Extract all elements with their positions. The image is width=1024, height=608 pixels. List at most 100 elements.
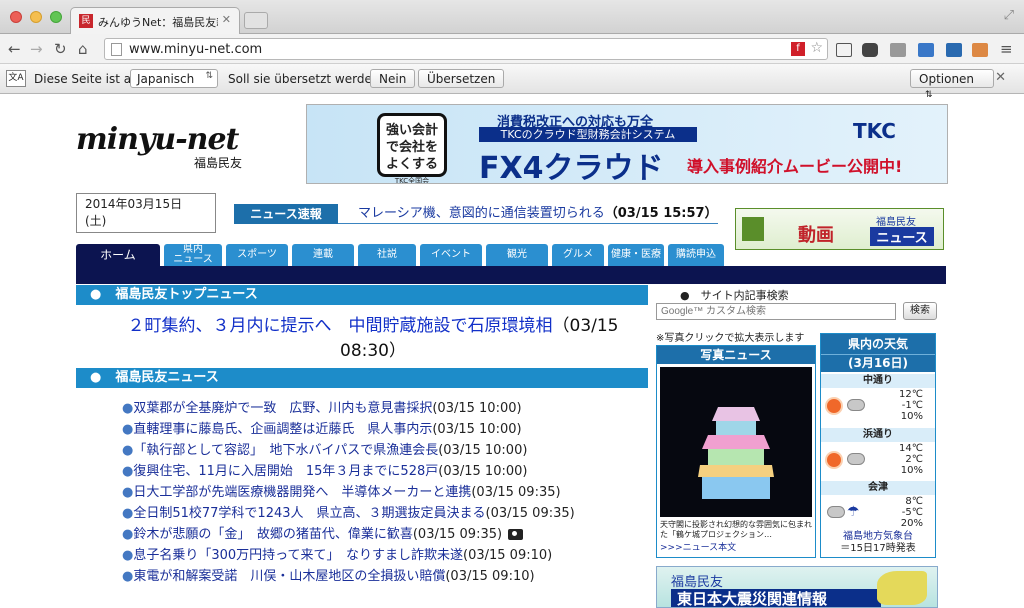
ad-seal: 強い会計で会社をよくする TKC全国会 xyxy=(377,113,447,183)
list-item[interactable]: ●「執行部として容認」 地下水バイパスで県漁連会長(03/15 10:00) xyxy=(122,440,632,461)
extension-reader-icon[interactable] xyxy=(836,43,852,57)
bookmark-star-icon[interactable]: ☆ xyxy=(810,40,823,56)
umbrella-icon: ☂ xyxy=(847,504,860,520)
translate-options-button[interactable]: Optionen ⇅ xyxy=(910,69,994,100)
logo-sub-text: 福島民友 xyxy=(194,156,243,170)
weather-footer: 福島地方気象台 ＝15日17時発表 xyxy=(821,531,935,555)
zoom-window-button[interactable] xyxy=(50,11,62,23)
list-item[interactable]: ●復興住宅、11月に入居開始 15年３月までに528戸(03/15 10:00) xyxy=(122,461,632,482)
extension-color-icon[interactable] xyxy=(972,43,988,57)
tab-title: みんゆうNet：福島民友新聞 xyxy=(98,16,218,29)
photo-caption: 天守閣に投影され幻想的な雰囲気に包まれた「鶴ケ城プロジェクション… xyxy=(660,520,812,539)
top-headline[interactable]: ２町集約、３月内に提示へ 中間貯蔵施設で石原環境相（03/15 08:30） xyxy=(118,314,628,364)
bar-bullet-icon: ● xyxy=(90,287,102,302)
tab-health[interactable]: 健康・医療 xyxy=(608,244,664,266)
close-window-button[interactable] xyxy=(10,11,22,23)
extension-screenshot-icon[interactable] xyxy=(918,43,934,57)
tab-events[interactable]: イベント xyxy=(420,244,482,266)
list-item[interactable]: ●東電が和解案受諾 川俣・山木屋地区の全損扱い賠償(03/15 09:10) xyxy=(122,566,632,587)
news-time: (03/15 10:00) xyxy=(432,422,522,437)
ad-product: FX4クラウド xyxy=(479,151,664,184)
menu-icon[interactable]: ≡ xyxy=(1000,40,1013,58)
tab-tourism[interactable]: 観光 xyxy=(486,244,548,266)
flash-plugin-icon[interactable]: f xyxy=(791,42,805,56)
main-nav: ホーム 県内 ニュース スポーツ 連載 社説 イベント 観光 グルメ 健康・医療… xyxy=(76,244,946,266)
list-item[interactable]: ●全日制51校77学科で1243人 県立高、３期選抜定員決まる(03/15 09… xyxy=(122,503,632,524)
top-news-bar-label: 福島民友トップニュース xyxy=(115,287,258,302)
castle-projection-image xyxy=(698,407,774,499)
address-bar[interactable]: www.minyu-net.com f ☆ xyxy=(104,38,828,60)
tkc-ad-banner[interactable]: 強い会計で会社をよくする TKC全国会 消費税改正への対応も万全 TKCのクラウ… xyxy=(306,104,948,184)
search-input[interactable] xyxy=(656,303,896,320)
tab-prefecture-news[interactable]: 県内 ニュース xyxy=(164,244,222,266)
ad-seal-note: TKC全国会 xyxy=(394,177,430,184)
tab-sports[interactable]: スポーツ xyxy=(226,244,288,266)
tab-home[interactable]: ホーム xyxy=(76,244,160,266)
home-icon[interactable]: ⌂ xyxy=(78,40,88,58)
ad-line2: TKCのクラウド型財務会計システム xyxy=(479,127,697,142)
disaster-info-banner[interactable]: 福島民友 東日本大震災関連情報 xyxy=(656,566,938,608)
weather-high: 12℃ xyxy=(899,389,923,400)
tab-close-icon[interactable]: ✕ xyxy=(222,13,231,26)
date-line1: 2014年03月15日 xyxy=(85,197,183,211)
weather-row: 12℃ -1℃ 10% xyxy=(825,389,933,425)
list-item[interactable]: ●双葉郡が全基廃炉で一致 広野、川内も意見書採択(03/15 10:00) xyxy=(122,398,632,419)
news-time: (03/15 09:10) xyxy=(445,569,535,584)
news-time: (03/15 10:00) xyxy=(438,464,528,479)
tab-series[interactable]: 連載 xyxy=(292,244,354,266)
photo-news-image[interactable] xyxy=(660,367,812,517)
new-tab-button[interactable] xyxy=(244,12,268,29)
reload-icon[interactable]: ↻ xyxy=(54,40,67,58)
news-title: 「執行部として容認」 地下水バイパスで県漁連会長 xyxy=(133,443,439,458)
list-item[interactable]: ●息子名乗り「300万円持って来て」 なりすまし詐欺未遂(03/15 09:10… xyxy=(122,545,632,566)
back-icon[interactable]: ← xyxy=(8,40,21,58)
minimize-window-button[interactable] xyxy=(30,11,42,23)
ad-cta: 導入事例紹介ムービー公開中! xyxy=(687,157,903,176)
forward-icon[interactable]: → xyxy=(30,40,43,58)
search-button[interactable]: 検索 xyxy=(903,302,937,320)
ad-brand: TKC xyxy=(853,119,896,143)
tab-subscribe[interactable]: 購読申込 xyxy=(668,244,724,266)
url-text: www.minyu-net.com xyxy=(129,42,263,57)
weather-low: -1℃ xyxy=(901,400,923,411)
bullet-icon: ● xyxy=(122,422,134,437)
news-title: 全日制51校77学科で1243人 県立高、３期選抜定員決まる xyxy=(133,506,486,521)
tab-gourmet[interactable]: グルメ xyxy=(552,244,604,266)
weather-date: (3月16日) xyxy=(821,354,935,372)
language-select[interactable]: Japanisch ⇅ xyxy=(130,69,218,88)
photo-news-title: 写真ニュース xyxy=(657,346,815,364)
extension-s-icon[interactable] xyxy=(946,43,962,57)
list-item[interactable]: ●鈴木が悲願の「金」 故郷の猪苗代、偉業に歓喜(03/15 09:35) xyxy=(122,524,632,545)
translate-close-icon[interactable]: ✕ xyxy=(995,70,1006,85)
weather-source-link[interactable]: 福島地方気象台 xyxy=(821,531,935,543)
news-title: 鈴木が悲願の「金」 故郷の猪苗代、偉業に歓喜 xyxy=(133,527,413,542)
browser-tab[interactable]: 民 みんゆうNet：福島民友新聞 ✕ xyxy=(70,7,240,34)
logo-main-text: minyu-net xyxy=(76,122,239,157)
list-item[interactable]: ●直轄理事に藤島氏、企画調整は近藤氏 県人事内示(03/15 10:00) xyxy=(122,419,632,440)
bullet-icon: ● xyxy=(122,548,134,563)
news-title: 息子名乗り「300万円持って来て」 なりすまし詐欺未遂 xyxy=(133,548,464,563)
translate-button[interactable]: Übersetzen xyxy=(418,69,505,88)
news-flash-label: ニュース速報 xyxy=(234,204,338,224)
news-bar: ● 福島民友ニュース xyxy=(76,368,648,388)
ad-seal-text: 強い会計で会社をよくする xyxy=(385,123,438,172)
select-arrows-icon: ⇅ xyxy=(205,71,213,81)
news-title: 直轄理事に藤島氏、企画調整は近藤氏 県人事内示 xyxy=(133,422,433,437)
photo-more-link[interactable]: >>>ニュース本文 xyxy=(657,540,815,553)
fukushima-map-icon xyxy=(877,571,927,605)
weather-title: 県内の天気 xyxy=(821,334,935,354)
extension-pocket-icon[interactable] xyxy=(862,43,878,57)
weather-rain: 10% xyxy=(900,465,923,476)
list-item[interactable]: ●日大工学部が先端医療機器開発へ 半導体メーカーと連携(03/15 09:35) xyxy=(122,482,632,503)
extension-tool-icon[interactable] xyxy=(890,43,906,57)
cloud-icon xyxy=(847,399,865,411)
tab-editorial[interactable]: 社説 xyxy=(358,244,416,266)
fullscreen-icon[interactable]: ⤢ xyxy=(1004,8,1014,23)
site-favicon-icon: 民 xyxy=(79,14,93,28)
bullet-icon: ● xyxy=(122,506,134,521)
news-flash[interactable]: マレーシア機、意図的に通信装置切られる（03/15 15:57） xyxy=(338,204,718,224)
weather-rain: 10% xyxy=(900,411,923,422)
site-logo[interactable]: minyu-net 福島民友 xyxy=(76,122,256,172)
no-translate-button[interactable]: Nein xyxy=(370,69,416,88)
news-time: (03/15 09:35) xyxy=(412,527,503,542)
